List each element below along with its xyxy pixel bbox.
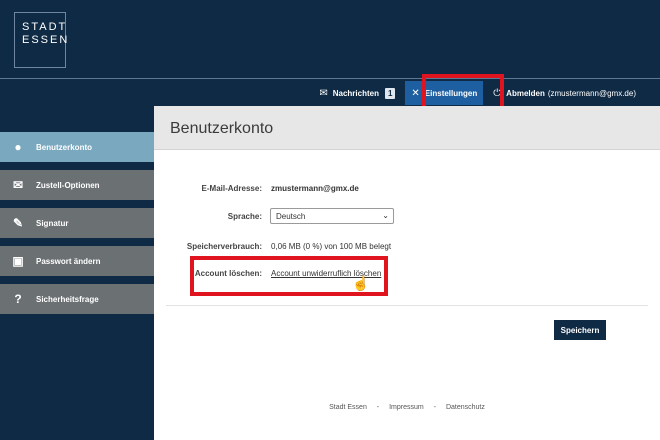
footer-brand-link[interactable]: Stadt Essen xyxy=(329,404,367,411)
settings-highlight-box xyxy=(422,74,504,110)
language-label: Sprache: xyxy=(227,212,262,221)
sidebar-item-benutzerkonto[interactable]: ● Benutzerkonto xyxy=(0,132,160,162)
stadt-essen-logo[interactable]: STADT ESSEN xyxy=(14,12,70,68)
footer-imprint-link[interactable]: Impressum xyxy=(389,404,424,411)
page-title: Benutzerkonto xyxy=(170,120,274,137)
sidebar-item-label: Sicherheitsfrage xyxy=(36,294,99,304)
sidebar-item-passwort-aendern[interactable]: ▣ Passwort ändern xyxy=(0,246,154,276)
language-select-value: Deutsch xyxy=(276,212,306,221)
top-navigation-bar: ✉ Nachrichten 1 ✕ Einstellungen ⏻ Abmeld… xyxy=(0,78,660,106)
page-title-bar: Benutzerkonto xyxy=(154,106,660,150)
nav-messages-label: Nachrichten xyxy=(332,88,379,98)
tools-icon: ✕ xyxy=(411,87,420,99)
sidebar-item-label: Signatur xyxy=(36,218,69,228)
chevron-down-icon: ⌄ xyxy=(382,211,389,220)
logo-line-2: ESSEN xyxy=(22,34,70,46)
sidebar: ● Benutzerkonto ✉ Zustell-Optionen ✎ Sig… xyxy=(0,106,160,440)
sidebar-item-label: Passwort ändern xyxy=(36,256,101,266)
envelope-icon: ✉ xyxy=(12,178,24,192)
email-label: E-Mail-Adresse: xyxy=(201,184,262,193)
site-header: STADT ESSEN xyxy=(0,0,660,78)
sidebar-item-signatur[interactable]: ✎ Signatur xyxy=(0,208,154,238)
footer-separator: - xyxy=(376,404,380,411)
nav-logout-label: Abmelden xyxy=(506,88,545,98)
sidebar-item-zustell-optionen[interactable]: ✉ Zustell-Optionen xyxy=(0,170,154,200)
nav-logout[interactable]: ⏻ Abmelden (zmustermann@gmx.de) xyxy=(487,79,642,107)
divider xyxy=(166,305,648,306)
sidebar-item-label: Benutzerkonto xyxy=(36,142,92,152)
save-button[interactable]: Speichern xyxy=(554,320,606,340)
footer: Stadt Essen - Impressum - Datenschutz xyxy=(154,404,660,411)
pen-icon: ✎ xyxy=(12,216,24,230)
storage-value: 0,06 MB (0 %) von 100 MB belegt xyxy=(271,242,392,251)
language-select[interactable]: Deutsch ⌄ xyxy=(270,208,394,224)
delete-highlight-box xyxy=(190,256,388,296)
envelope-icon: ✉ xyxy=(319,87,328,99)
footer-privacy-link[interactable]: Datenschutz xyxy=(446,404,485,411)
logo-line-1: STADT xyxy=(22,21,68,33)
user-icon: ● xyxy=(14,140,22,154)
footer-separator: - xyxy=(433,404,437,411)
storage-label: Speicherverbrauch: xyxy=(186,242,262,251)
nav-messages[interactable]: ✉ Nachrichten 1 xyxy=(313,79,401,107)
nav-logout-user: (zmustermann@gmx.de) xyxy=(547,88,636,98)
messages-count-badge: 1 xyxy=(384,87,396,99)
storage-row: Speicherverbrauch: 0,06 MB (0 %) von 100… xyxy=(154,238,660,254)
email-value: zmustermann@gmx.de xyxy=(271,184,359,193)
language-row: Sprache: Deutsch ⌄ xyxy=(154,208,660,224)
question-icon: ? xyxy=(14,292,22,306)
lock-icon: ▣ xyxy=(12,254,24,268)
sidebar-item-sicherheitsfrage[interactable]: ? Sicherheitsfrage xyxy=(0,284,154,314)
email-row: E-Mail-Adresse: zmustermann@gmx.de xyxy=(154,180,660,196)
sidebar-item-label: Zustell-Optionen xyxy=(36,180,100,190)
